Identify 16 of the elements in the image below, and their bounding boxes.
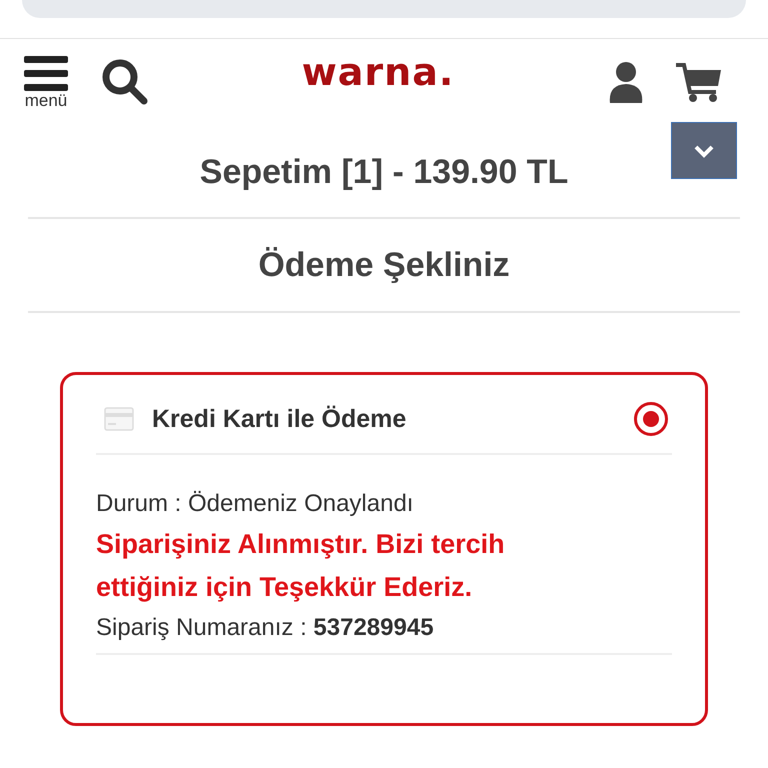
radio-button[interactable] xyxy=(634,402,668,436)
section-title: Ödeme Şekliniz xyxy=(258,246,510,284)
menu-button[interactable]: menü xyxy=(20,56,72,108)
logo[interactable]: warna. xyxy=(148,50,608,94)
credit-card-icon xyxy=(104,407,134,431)
chevron-icon xyxy=(693,144,715,158)
payment-option-label[interactable]: Kredi Kartı ile Ödeme xyxy=(152,404,634,434)
dropdown-button[interactable] xyxy=(671,122,737,179)
order-number: Sipariş Numaranız : 537289945 xyxy=(96,613,435,643)
user-icon[interactable] xyxy=(608,61,644,103)
cart-icon[interactable] xyxy=(676,62,722,102)
success-message: Siparişiniz Alınmıştır. Bizi tercih ettiğiniz için Teşekkür Ederiz. xyxy=(96,528,506,604)
cart-summary: Sepetim [1] - 139.90 TL xyxy=(200,152,568,192)
menu-icon xyxy=(24,56,68,92)
payment-status: Durum : Ödemeniz Onaylandı xyxy=(96,489,414,519)
search-icon[interactable] xyxy=(102,59,148,105)
